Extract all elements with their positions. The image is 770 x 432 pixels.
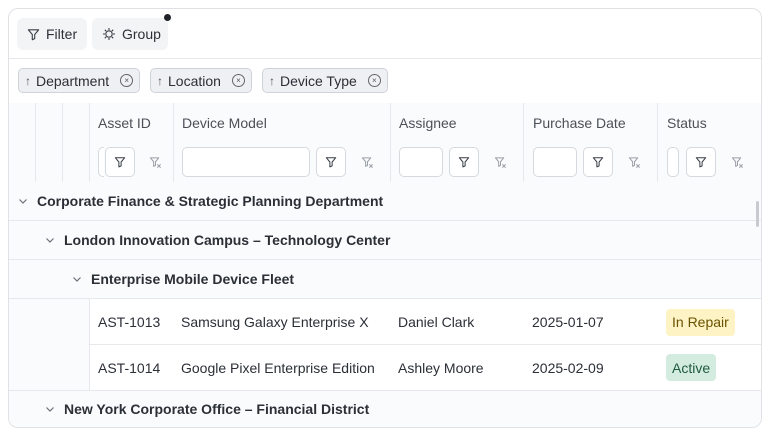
- filter-icon: [592, 157, 604, 168]
- filter-icon: [27, 27, 40, 41]
- clear-filter-icon: [628, 156, 640, 168]
- filter-icon: [458, 157, 470, 168]
- group-chip-department[interactable]: ↑ Department ×: [18, 68, 141, 93]
- column-header-status[interactable]: Status: [667, 103, 707, 142]
- cell-asset-id: AST-1013: [98, 314, 161, 330]
- filter-icon: [325, 157, 337, 168]
- column-header-asset-id[interactable]: Asset ID: [98, 103, 151, 142]
- asset-id-clear-filter[interactable]: [140, 147, 170, 177]
- sort-asc-icon: ↑: [269, 73, 275, 88]
- group-chip-label: Department: [36, 72, 110, 89]
- group-button-label: Group: [122, 26, 161, 42]
- filter-icon: [114, 157, 126, 168]
- cell-status: In Repair: [666, 299, 735, 345]
- sort-asc-icon: ↑: [157, 73, 163, 88]
- filter-button[interactable]: Filter: [17, 18, 87, 50]
- status-filter-button[interactable]: [686, 147, 716, 177]
- group-button[interactable]: Group: [92, 18, 168, 50]
- group-chip-location[interactable]: ↑ Location ×: [150, 68, 252, 93]
- group-row-location[interactable]: New York Corporate Office – Financial Di…: [9, 391, 761, 427]
- chevron-down-icon[interactable]: [44, 403, 56, 415]
- status-filter-input[interactable]: [667, 147, 679, 177]
- group-icon: [102, 27, 116, 41]
- column-header-assignee[interactable]: Assignee: [399, 103, 457, 142]
- cell-device-model: Google Pixel Enterprise Edition: [181, 359, 375, 376]
- asset-id-filter-button[interactable]: [105, 147, 135, 177]
- cell-device-model: Samsung Galaxy Enterprise X: [181, 314, 369, 330]
- status-clear-filter[interactable]: [722, 147, 752, 177]
- remove-chip-icon[interactable]: ×: [367, 74, 381, 87]
- cell-purchase-date: 2025-02-09: [532, 359, 604, 376]
- assignee-filter-input[interactable]: [399, 147, 443, 177]
- group-chip-label: Device Type: [280, 72, 357, 89]
- chevron-down-icon[interactable]: [71, 273, 83, 285]
- clear-filter-icon: [361, 156, 373, 168]
- device-model-filter-button[interactable]: [316, 147, 346, 177]
- group-chip-label: Location: [168, 72, 221, 89]
- cell-assignee: Daniel Clark: [398, 314, 475, 330]
- chevron-down-icon[interactable]: [44, 234, 56, 246]
- table-row[interactable]: AST-1013 Samsung Galaxy Enterprise X Dan…: [9, 299, 761, 345]
- filter-button-label: Filter: [46, 26, 78, 42]
- cell-status: Active: [666, 345, 717, 390]
- group-label: London Innovation Campus – Technology Ce…: [64, 232, 391, 248]
- table-row[interactable]: AST-1014 Google Pixel Enterprise Edition…: [9, 345, 761, 391]
- clear-filter-icon: [731, 156, 743, 168]
- column-filter-row: [9, 142, 761, 183]
- group-label: Enterprise Mobile Device Fleet: [91, 271, 295, 287]
- group-active-indicator: [164, 14, 171, 21]
- vertical-scrollbar[interactable]: [756, 201, 759, 227]
- group-row-department[interactable]: Corporate Finance & Strategic Planning D…: [9, 182, 761, 221]
- purchase-date-clear-filter[interactable]: [619, 147, 649, 177]
- column-header-device-model[interactable]: Device Model: [182, 103, 267, 142]
- clear-filter-icon: [149, 156, 161, 168]
- device-model-clear-filter[interactable]: [352, 147, 382, 177]
- group-label: Corporate Finance & Strategic Planning D…: [37, 193, 384, 209]
- group-label: New York Corporate Office – Financial Di…: [64, 401, 370, 417]
- cell-assignee: Ashley Moore: [398, 359, 484, 376]
- sort-asc-icon: ↑: [25, 73, 31, 88]
- group-row-location[interactable]: London Innovation Campus – Technology Ce…: [9, 221, 761, 260]
- clear-filter-icon: [494, 156, 506, 168]
- chevron-down-icon[interactable]: [17, 195, 29, 207]
- status-badge: Active: [666, 354, 717, 381]
- column-header-purchase-date[interactable]: Purchase Date: [533, 103, 626, 142]
- filter-icon: [695, 157, 707, 168]
- cell-asset-id: AST-1014: [98, 359, 161, 376]
- remove-chip-icon[interactable]: ×: [120, 74, 134, 87]
- grid-toolbar: Filter Group: [9, 9, 761, 59]
- column-header-row: Asset ID Device Model Assignee Purchase …: [9, 103, 761, 143]
- cell-purchase-date: 2025-01-07: [532, 314, 604, 330]
- data-grid: Filter Group ↑ Department × ↑ Location ×…: [8, 8, 762, 428]
- assignee-filter-button[interactable]: [449, 147, 479, 177]
- group-row-device-type[interactable]: Enterprise Mobile Device Fleet: [9, 260, 761, 299]
- status-badge: In Repair: [666, 308, 735, 336]
- group-chip-device-type[interactable]: ↑ Device Type ×: [262, 68, 388, 93]
- remove-chip-icon[interactable]: ×: [231, 74, 245, 87]
- asset-id-filter-input[interactable]: [98, 147, 104, 177]
- purchase-date-filter-input[interactable]: [533, 147, 577, 177]
- assignee-clear-filter[interactable]: [485, 147, 515, 177]
- purchase-date-filter-button[interactable]: [583, 147, 613, 177]
- grouping-bar: ↑ Department × ↑ Location × ↑ Device Typ…: [9, 59, 761, 104]
- device-model-filter-input[interactable]: [182, 147, 310, 177]
